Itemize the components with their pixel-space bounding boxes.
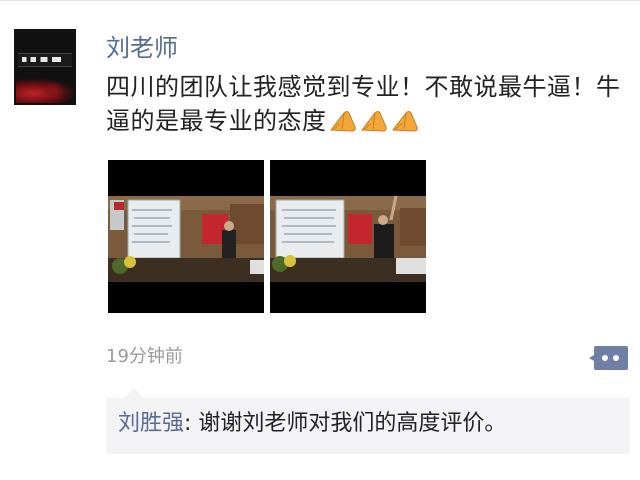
hands-icon	[391, 111, 418, 132]
top-divider	[0, 0, 640, 1]
emoji-row	[327, 107, 420, 142]
moments-post: 刘老师 四川的团队让我感觉到专业！不敢说最牛逼！牛逼的是最专业的态度 19分钟前…	[0, 0, 640, 480]
hands-icon	[329, 111, 356, 132]
post-photo[interactable]	[108, 160, 264, 313]
avatar[interactable]	[14, 29, 76, 105]
comment-text: 谢谢刘老师对我们的高度评价。	[198, 411, 507, 436]
hands-icon	[360, 111, 387, 132]
post-text: 四川的团队让我感觉到专业！不敢说最牛逼！牛逼的是最专业的态度	[106, 70, 621, 142]
commenter-name[interactable]: 刘胜强	[118, 411, 184, 436]
photo-image	[270, 160, 426, 313]
avatar-glow	[16, 79, 74, 103]
comment-item[interactable]: 刘胜强: 谢谢刘老师对我们的高度评价。	[118, 409, 506, 439]
post-time: 19分钟前	[106, 346, 183, 367]
post-photo[interactable]	[270, 160, 426, 313]
more-dots-icon	[589, 346, 628, 370]
avatar-logo	[18, 53, 72, 67]
author-name[interactable]: 刘老师	[106, 32, 178, 64]
photo-image	[108, 160, 264, 313]
comment-box: 刘胜强: 谢谢刘老师对我们的高度评价。	[106, 388, 630, 454]
comment-button[interactable]	[588, 344, 630, 372]
comment-separator: :	[184, 411, 199, 436]
